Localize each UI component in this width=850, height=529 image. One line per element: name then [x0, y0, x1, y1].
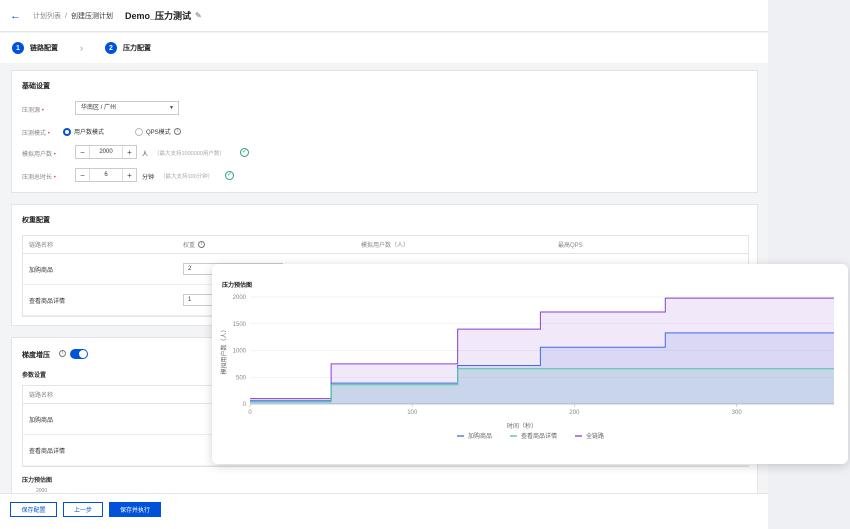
legend-label: 查看商品详情	[521, 432, 557, 440]
page-title: Demo_压力测试	[124, 11, 191, 21]
source-label-text: 压测源	[22, 108, 41, 114]
row-link-name: 查看商品详情	[29, 298, 66, 305]
plus-icon[interactable]: +	[123, 146, 136, 158]
y-tick-label: 500	[236, 375, 247, 381]
check-circle-icon: ✓	[225, 171, 234, 180]
basic-settings-card: 基础设置 压测源 • 华南区 / 广州 ▼ 压测模式 • 用户数模式 QPS模式 i…	[11, 70, 758, 193]
save-and-run-button[interactable]: 保存并执行	[109, 502, 161, 517]
stepper-bar: 1 链路配置 › 2 压力配置	[0, 33, 768, 63]
step-1-number: 1	[12, 42, 24, 54]
row-link-name: 加购商品	[29, 267, 54, 274]
mode-user-label: 用户数模式	[74, 130, 105, 136]
duration-label-text: 压测总时长	[22, 175, 53, 181]
plus-icon[interactable]: +	[123, 169, 136, 181]
col-weight-text: 权重	[183, 243, 196, 249]
breadcrumb-create-plan: 创建压测计划	[70, 12, 113, 20]
mode-qps-radio[interactable]: QPS模式 i	[135, 127, 181, 136]
prev-step-button[interactable]: 上一步	[63, 502, 103, 517]
edit-pencil-icon[interactable]: ✎	[195, 11, 202, 20]
pressure-chart-popup: 压力预估图 0 500 1000 1500 2000 0 100 200 300 时间（秒） 模拟用…	[212, 264, 848, 464]
mode-qps-label: QPS模式	[146, 130, 171, 136]
ramp-chart-label: 压力预估图	[22, 478, 53, 484]
duration-hint: （最大支持100分钟）	[160, 174, 214, 180]
y-axis-label: 模拟用户数（人）	[220, 326, 228, 374]
row-link-name: 查看商品详情	[29, 448, 66, 455]
info-icon[interactable]: i	[59, 350, 66, 357]
required-mark: •	[47, 131, 50, 137]
users-hint: （最大支持1000000用户数）	[154, 151, 225, 157]
required-mark: •	[41, 108, 44, 114]
y-tick-label: 0	[243, 402, 247, 408]
radio-unchecked-icon	[135, 127, 143, 136]
x-tick-label: 200	[569, 410, 580, 416]
minus-icon[interactable]: −	[76, 146, 89, 158]
back-arrow-icon[interactable]: ←	[10, 10, 21, 22]
col-users: 模拟用户数（人）	[361, 243, 410, 249]
required-mark: •	[53, 152, 56, 158]
step-1-label: 链路配置	[30, 45, 58, 52]
caret-down-icon: ▼	[169, 105, 174, 111]
duration-value[interactable]: 6	[89, 169, 123, 181]
breadcrumb-separator: /	[65, 12, 67, 20]
params-label: 参数设置	[22, 373, 47, 379]
step-2-number: 2	[105, 42, 117, 54]
required-mark: •	[53, 175, 56, 181]
col-link-name: 链路名称	[29, 393, 54, 399]
mode-user-radio[interactable]: 用户数模式	[63, 127, 104, 136]
pressure-chart: 0 500 1000 1500 2000 0 100 200 300 时间（秒） 模拟用户数（人） 加…	[220, 295, 834, 440]
duration-stepper[interactable]: − 6 +	[75, 168, 137, 182]
weight-config-title: 权重配置	[22, 217, 50, 224]
source-select-value: 华南区 / 广州	[81, 105, 117, 111]
breadcrumb-plan-list[interactable]: 计划列表	[33, 13, 61, 20]
source-select[interactable]: 华南区 / 广州 ▼	[75, 101, 179, 115]
x-axis-label: 时间（秒）	[507, 422, 537, 430]
step-link-config[interactable]: 1 链路配置	[12, 42, 58, 54]
ramp-title: 梯度增压	[22, 352, 50, 359]
duration-unit: 分钟	[142, 175, 155, 181]
users-label: 模拟用户数 •	[22, 149, 56, 158]
col-max-qps: 最高QPS	[558, 243, 583, 249]
legend-label: 全链路	[586, 432, 604, 440]
x-tick-label: 100	[407, 410, 418, 416]
col-link-name: 链路名称	[29, 243, 54, 249]
footer-bar: 保存配置 上一步 保存并执行	[0, 493, 768, 529]
minus-icon[interactable]: −	[76, 169, 89, 181]
y-tick-label: 2000	[233, 295, 247, 301]
duration-label: 压测总时长 •	[22, 172, 56, 181]
ramp-toggle[interactable]	[70, 349, 88, 359]
source-label: 压测源 •	[22, 105, 44, 114]
chevron-right-icon: ›	[80, 43, 83, 53]
basic-settings-title: 基础设置	[22, 83, 50, 90]
check-circle-icon: ✓	[240, 148, 249, 157]
row-link-name: 加购商品	[29, 417, 54, 424]
step-2-label: 压力配置	[123, 45, 151, 52]
mode-label-text: 压测模式	[22, 131, 47, 137]
users-label-text: 模拟用户数	[22, 152, 53, 158]
y-tick-label: 1500	[233, 322, 247, 328]
users-unit: 人	[142, 152, 149, 158]
mode-label: 压测模式 •	[22, 128, 50, 137]
x-tick-label: 0	[248, 410, 252, 416]
info-icon[interactable]: i	[173, 128, 181, 135]
x-tick-label: 300	[732, 410, 743, 416]
info-icon[interactable]: i	[198, 241, 206, 248]
step-pressure-config[interactable]: 2 压力配置	[105, 42, 151, 54]
save-config-button[interactable]: 保存配置	[10, 502, 57, 517]
users-stepper[interactable]: − 2000 +	[75, 145, 137, 159]
table-header: 链路名称 权重 i 模拟用户数（人） 最高QPS	[23, 236, 748, 254]
col-weight: 权重 i	[183, 236, 206, 253]
top-bar: ← 计划列表 / 创建压测计划 Demo_压力测试 ✎	[0, 0, 768, 32]
legend-label: 加购商品	[468, 432, 492, 440]
radio-checked-icon	[63, 127, 71, 136]
users-value[interactable]: 2000	[89, 146, 123, 158]
breadcrumb: 计划列表 / 创建压测计划	[33, 11, 113, 21]
y-tick-label: 1000	[233, 349, 247, 355]
